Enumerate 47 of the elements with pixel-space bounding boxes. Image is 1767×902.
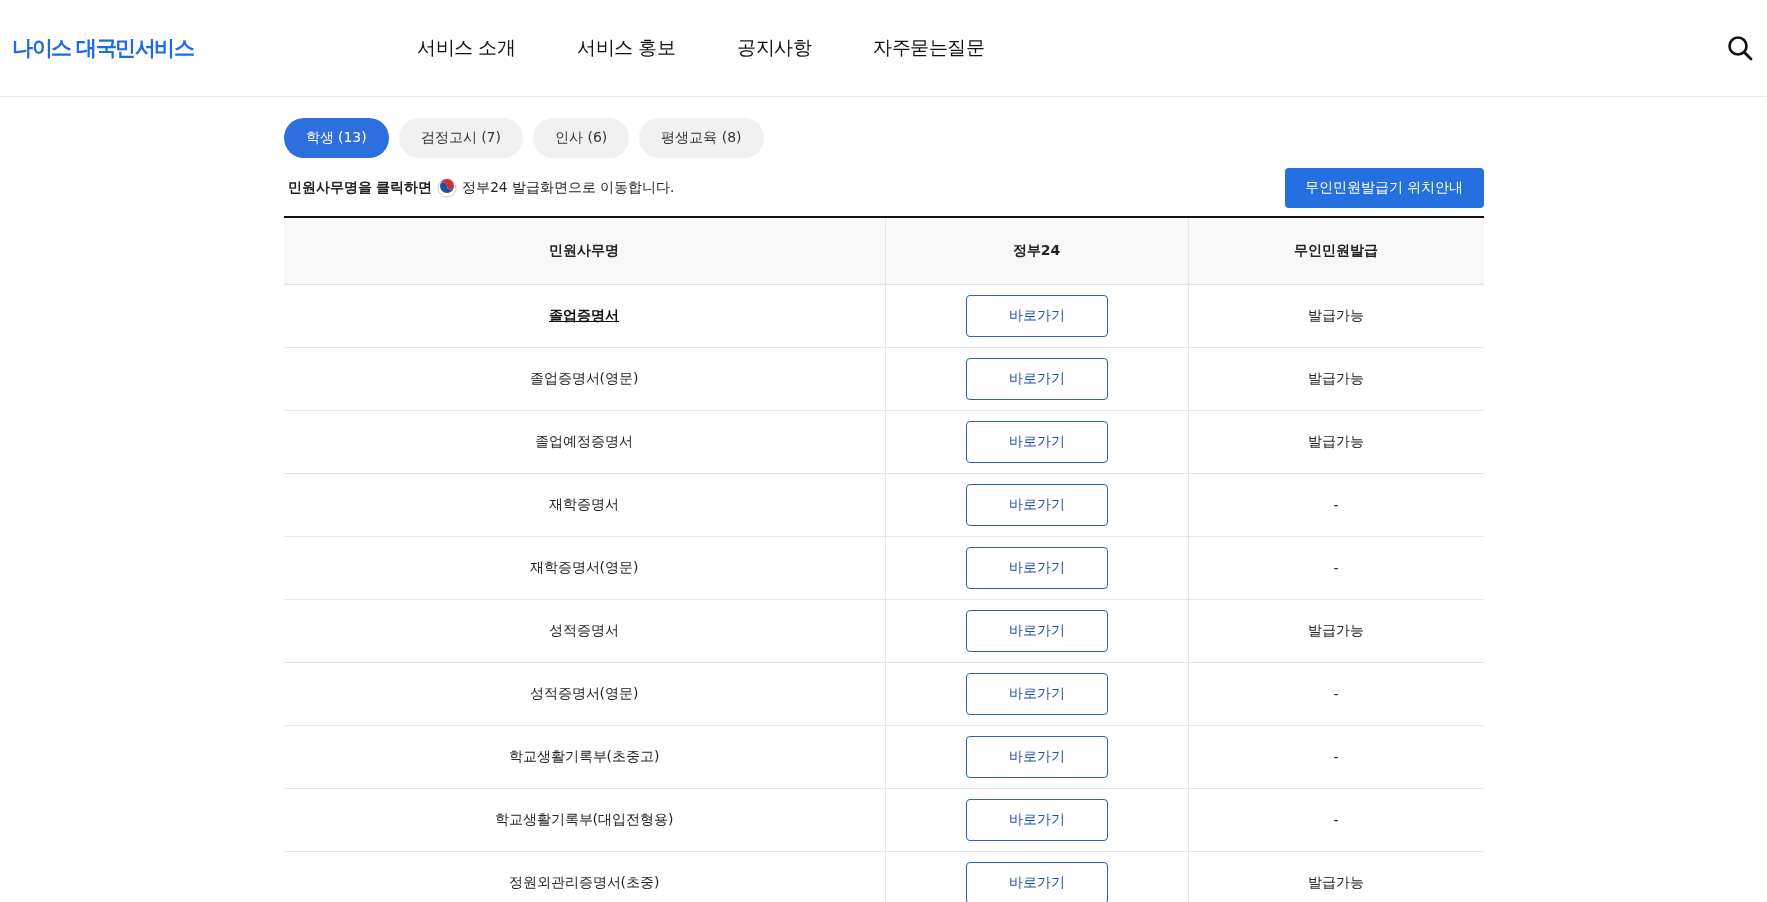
- document-link[interactable]: 졸업예정증명서: [535, 433, 633, 449]
- table-cell: -: [1333, 497, 1339, 513]
- go-button[interactable]: 바로가기: [965, 421, 1108, 463]
- table-cell: 발급가능: [1308, 874, 1364, 890]
- nav-link[interactable]: 서비스 소개: [417, 35, 516, 61]
- document-link[interactable]: 졸업증명서: [549, 307, 619, 323]
- document-link[interactable]: 성적증명서(영문): [529, 685, 639, 701]
- go-button[interactable]: 바로가기: [965, 358, 1108, 400]
- table-cell: -: [1333, 686, 1339, 702]
- search-icon[interactable]: [1727, 35, 1753, 61]
- notice-text: 정부24 발급화면으로 이동합니다.: [462, 179, 675, 197]
- document-link[interactable]: 학교생활기록부(초중고): [508, 748, 660, 764]
- go-button[interactable]: 바로가기: [965, 610, 1108, 652]
- document-link[interactable]: 재학증명서: [549, 496, 619, 512]
- nav-link[interactable]: 공지사항: [737, 35, 812, 61]
- table-cell: -: [1333, 812, 1339, 828]
- category-tab[interactable]: 평생교육 (8): [639, 118, 764, 158]
- go-button[interactable]: 바로가기: [965, 484, 1108, 526]
- category-tab[interactable]: 검정고시 (7): [398, 118, 523, 158]
- category-tab[interactable]: 인사 (6): [533, 118, 630, 158]
- document-link[interactable]: 학교생활기록부(대입전형용): [494, 811, 674, 827]
- table-cell: 발급가능: [1308, 622, 1364, 638]
- kiosk-location-button[interactable]: 무인민원발급기 위치안내: [1285, 168, 1484, 208]
- site-logo[interactable]: 나이스 대국민서비스: [12, 34, 417, 62]
- go-button[interactable]: 바로가기: [965, 736, 1108, 778]
- go-button[interactable]: 바로가기: [965, 799, 1108, 841]
- column-header: 무인민원발급: [1188, 217, 1484, 285]
- document-link[interactable]: 성적증명서: [549, 622, 619, 638]
- table-cell: 발급가능: [1308, 433, 1364, 449]
- go-button[interactable]: 바로가기: [965, 673, 1108, 715]
- notice-text: 민원사무명을 클릭하면: [287, 179, 433, 197]
- document-link[interactable]: 졸업증명서(영문): [529, 370, 639, 386]
- column-header: 민원사무명: [283, 217, 885, 285]
- go-button[interactable]: 바로가기: [965, 862, 1108, 902]
- taegeuk-emblem-icon: [437, 178, 458, 198]
- nav-link[interactable]: 자주묻는질문: [873, 35, 985, 61]
- table-cell: 발급가능: [1308, 307, 1364, 323]
- table-cell: -: [1333, 560, 1339, 576]
- document-link[interactable]: 재학증명서(영문): [529, 559, 639, 575]
- table-cell: 발급가능: [1308, 370, 1364, 386]
- document-link[interactable]: 정원외관리증명서(초중): [508, 874, 660, 890]
- nav-link[interactable]: 서비스 홍보: [577, 35, 676, 61]
- go-button[interactable]: 바로가기: [965, 295, 1108, 337]
- category-tab[interactable]: 학생 (13): [283, 118, 389, 158]
- table-cell: -: [1333, 749, 1339, 765]
- go-button[interactable]: 바로가기: [965, 547, 1108, 589]
- column-header: 정부24: [885, 217, 1188, 285]
